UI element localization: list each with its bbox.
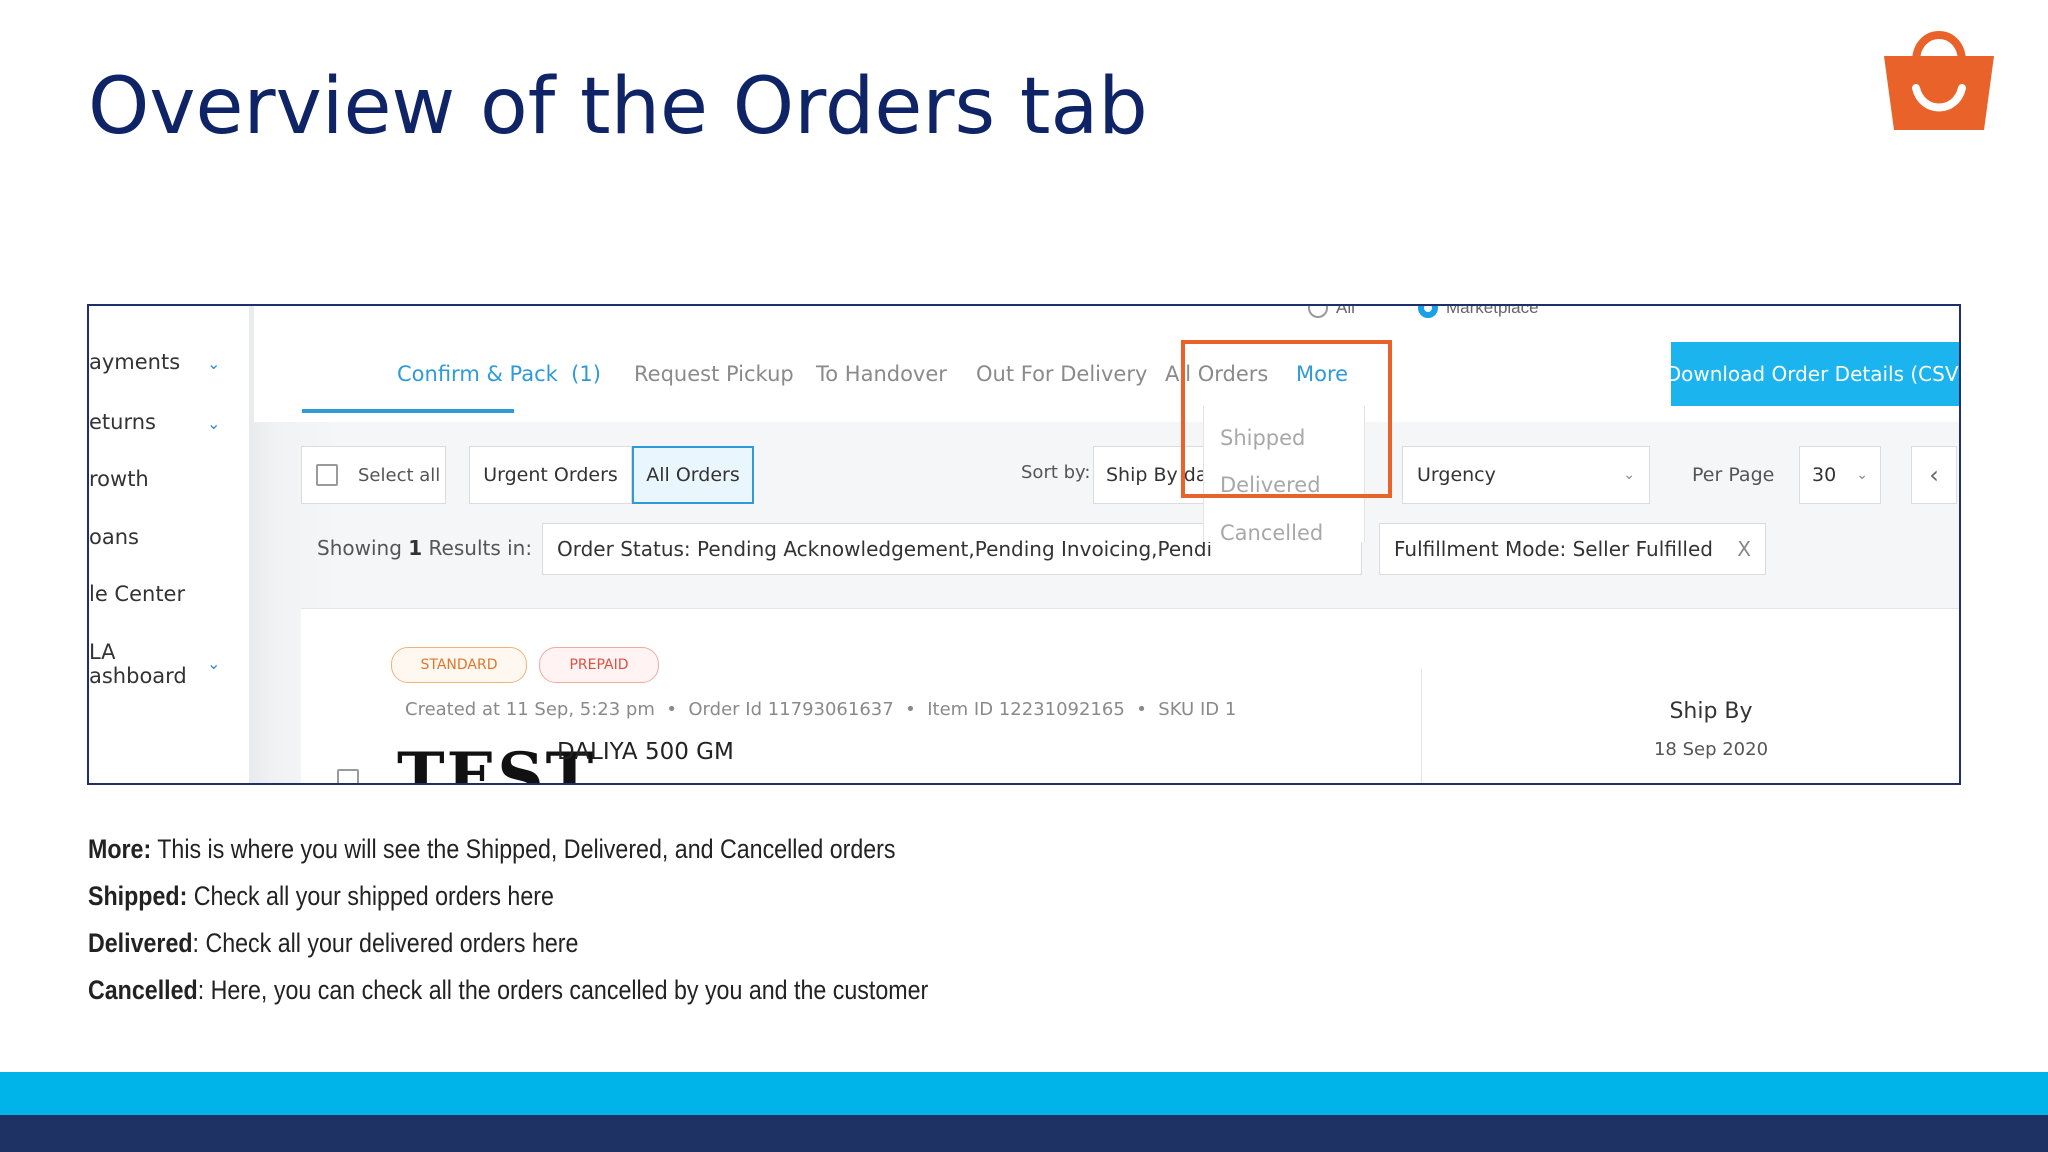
results-prefix: Showing <box>317 536 402 560</box>
radio-label: All <box>1336 304 1355 317</box>
ship-by-label: Ship By <box>1669 699 1753 724</box>
sidebar-item-label: rowth <box>89 467 149 491</box>
sidebar-item-label: ashboard <box>89 664 187 688</box>
sidebar-item-returns[interactable]: eturns <box>89 410 156 434</box>
tab-request-pickup[interactable]: Request Pickup <box>634 362 794 386</box>
per-page-label: Per Page <box>1692 464 1775 486</box>
slide-title: Overview of the Orders tab <box>88 62 1148 152</box>
sidebar-item-growth[interactable]: rowth <box>89 467 149 491</box>
note-term: Cancelled <box>88 975 198 1005</box>
note-text: Check all your shipped orders here <box>187 881 554 911</box>
urgent-orders-button[interactable]: Urgent Orders <box>469 446 632 504</box>
results-count: 1 <box>408 536 423 560</box>
note-text: : Here, you can check all the orders can… <box>197 975 929 1005</box>
notes-list: More: This is where you will see the Shi… <box>88 826 928 1014</box>
sidebar-item-label: le Center <box>89 582 186 606</box>
order-card: STANDARD PREPAID Created at 11 Sep, 5:23… <box>301 608 1959 783</box>
sidebar-item-loans[interactable]: oans <box>89 525 139 549</box>
radio-label: Marketplace <box>1446 304 1539 317</box>
prepaid-tag: PREPAID <box>539 647 659 683</box>
order-meta: Created at 11 Sep, 5:23 pm • Order Id 11… <box>405 699 1237 720</box>
sidebar-item-dashboard[interactable]: ashboard <box>89 664 187 688</box>
tab-count: (1) <box>571 362 601 386</box>
chevron-down-icon: ⌄ <box>1856 467 1868 483</box>
sidebar-item-label: ayments <box>89 350 181 374</box>
divider <box>1421 669 1422 783</box>
ship-by-date: 18 Sep 2020 <box>1653 739 1769 760</box>
remove-filter-button[interactable]: X <box>1737 537 1751 561</box>
results-suffix: Results in: <box>428 536 533 560</box>
radio-selected-icon[interactable] <box>1418 306 1438 318</box>
item-id: Item ID 12231092165 <box>927 699 1125 720</box>
more-highlight-box <box>1181 340 1392 498</box>
sku-id: SKU ID 1 <box>1158 699 1237 720</box>
sidebar-item-label: eturns <box>89 410 156 434</box>
note-shipped: Shipped: Check all your shipped orders h… <box>88 873 928 920</box>
screenshot-frame: ayments ⌄ eturns ⌄ rowth oans le Center … <box>87 304 1961 785</box>
note-text: This is where you will see the Shipped, … <box>151 834 896 864</box>
radio-icon[interactable] <box>1308 306 1328 318</box>
radio-option-all[interactable]: All <box>1308 304 1355 318</box>
note-cancelled: Cancelled: Here, you can check all the o… <box>88 967 928 1014</box>
chevron-down-icon: ⌄ <box>1623 467 1635 483</box>
fulfillment-filter-chip[interactable]: Fulfillment Mode: Seller Fulfilled X <box>1379 523 1766 575</box>
results-summary: Showing 1 Results in: <box>317 536 532 560</box>
note-term: Shipped: <box>88 881 188 911</box>
chevron-down-icon[interactable]: ⌄ <box>207 654 220 674</box>
radio-option-marketplace[interactable]: Marketplace <box>1418 304 1539 318</box>
sidebar: ayments ⌄ eturns ⌄ rowth oans le Center … <box>89 306 249 783</box>
note-text: : Check all your delivered orders here <box>192 928 579 958</box>
footer-band-cyan <box>0 1072 2048 1115</box>
select-all-label: Select all <box>358 464 441 486</box>
sort-by-label: Sort by: <box>1021 462 1091 483</box>
note-more: More: This is where you will see the Shi… <box>88 826 928 873</box>
all-orders-toggle[interactable]: All Orders <box>632 446 754 504</box>
product-name: DALIYA 500 GM <box>557 739 734 765</box>
tab-label: Confirm & Pack <box>397 362 558 386</box>
chevron-down-icon[interactable]: ⌄ <box>207 354 220 374</box>
chevron-left-icon[interactable]: ‹ <box>1911 446 1957 504</box>
tab-to-handover[interactable]: To Handover <box>816 362 947 386</box>
active-tab-underline <box>302 409 514 413</box>
sidebar-item-sla[interactable]: LA <box>89 640 116 664</box>
sidebar-item-label: LA <box>89 640 116 664</box>
note-term: Delivered <box>88 928 193 958</box>
sidebar-item-learning-center[interactable]: le Center <box>89 582 185 606</box>
footer-band-navy <box>0 1115 2048 1152</box>
select-all-checkbox[interactable]: Select all <box>301 446 446 504</box>
note-term: More: <box>88 834 152 864</box>
order-id: Order Id 11793061637 <box>688 699 894 720</box>
sidebar-item-label: oans <box>89 525 139 549</box>
shopping-bag-icon <box>1884 31 1994 130</box>
sidebar-item-payments[interactable]: ayments <box>89 350 180 374</box>
download-csv-button[interactable]: Download Order Details (CSV) <box>1666 342 1959 406</box>
order-created: Created at 11 Sep, 5:23 pm <box>405 699 655 720</box>
menu-item-cancelled[interactable]: Cancelled <box>1220 521 1323 545</box>
order-checkbox[interactable] <box>337 769 359 783</box>
fulfillment-filter: Fulfillment Mode: Seller Fulfilled <box>1394 537 1713 561</box>
order-status-filter: Order Status: Pending Acknowledgement,Pe… <box>557 537 1213 561</box>
urgency-select[interactable]: Urgency ⌄ <box>1402 446 1650 504</box>
urgency-value: Urgency <box>1417 464 1496 486</box>
note-delivered: Delivered: Check all your delivered orde… <box>88 920 928 967</box>
checkbox-icon[interactable] <box>316 464 338 486</box>
per-page-value: 30 <box>1812 464 1837 486</box>
standard-tag: STANDARD <box>391 647 527 683</box>
tab-out-for-delivery[interactable]: Out For Delivery <box>976 362 1147 386</box>
per-page-select[interactable]: 30 ⌄ <box>1799 446 1881 504</box>
chevron-down-icon[interactable]: ⌄ <box>207 414 220 434</box>
tab-confirm-pack[interactable]: Confirm & Pack (1) <box>397 362 601 386</box>
